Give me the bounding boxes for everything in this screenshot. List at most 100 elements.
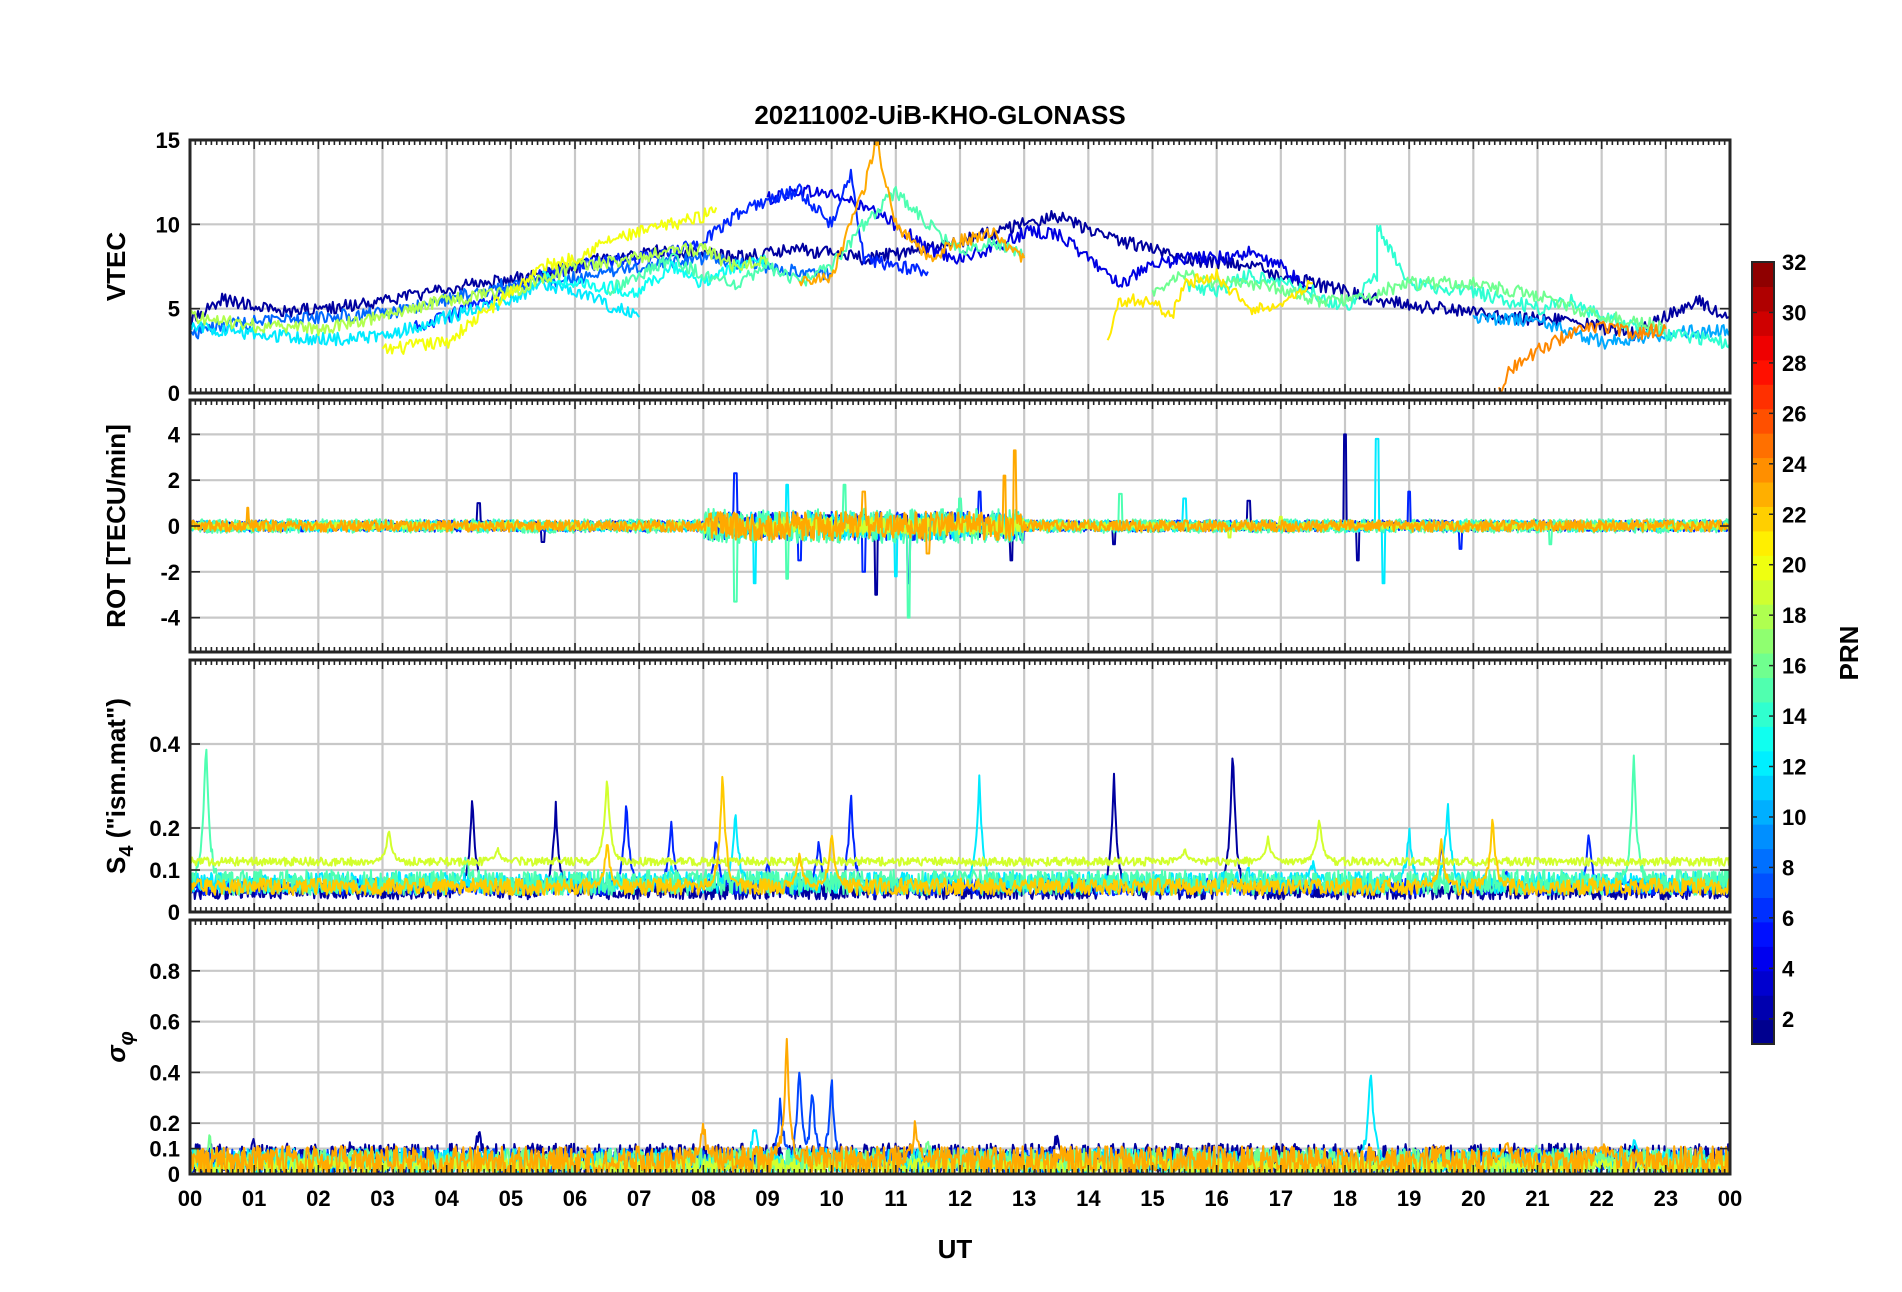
colorbar-tick-label: 24 — [1782, 452, 1807, 477]
y-tick-label: -4 — [160, 606, 180, 631]
y-tick-label: 10 — [156, 212, 180, 237]
colorbar-tick-label: 10 — [1782, 805, 1806, 830]
y-label-main: S — [101, 857, 131, 874]
y-tick-label: 0.4 — [149, 1060, 180, 1085]
y-tick-label: -2 — [160, 560, 180, 585]
colorbar-segment — [1752, 604, 1774, 630]
x-tick-label: 05 — [499, 1186, 523, 1211]
colorbar-segment — [1752, 726, 1774, 752]
y-axis-label-sigma_phi: σφ — [101, 1031, 138, 1062]
panel-sigma_phi: 00.10.2 0.4 0.6 0.8 σφ 00 01 02 03 04 05 06 07 08 09 10… — [101, 918, 1742, 1211]
x-tick-label: 03 — [370, 1186, 394, 1211]
x-tick-label: 12 — [948, 1186, 972, 1211]
x-axis-label: UT — [938, 1234, 973, 1264]
colorbar: 2468101214161820222426283032PRN — [1751, 250, 1864, 1045]
x-tick-label: 10 — [819, 1186, 843, 1211]
x-tick-label: 01 — [242, 1186, 266, 1211]
y-tick-label: 0.6 — [149, 1010, 180, 1035]
y-tick-label: 15 — [156, 128, 180, 153]
x-tick-label: 00 — [178, 1186, 202, 1211]
colorbar-segment — [1752, 677, 1774, 703]
x-tick-label: 20 — [1461, 1186, 1485, 1211]
colorbar-tick-label: 4 — [1782, 956, 1795, 981]
y-axis-label-vtec: VTEC — [101, 232, 131, 302]
x-tick-label: 00 — [1718, 1186, 1742, 1211]
x-tick-label: 02 — [306, 1186, 330, 1211]
colorbar-segment — [1752, 1019, 1774, 1045]
figure: 20211002-UiB-KHO-GLONASS 051015VTEC-4-20… — [101, 100, 1864, 1264]
colorbar-tick-label: 32 — [1782, 250, 1806, 275]
colorbar-tick-label: 28 — [1782, 351, 1806, 376]
y-label-sub: φ — [116, 1031, 138, 1045]
x-tick-label: 06 — [563, 1186, 587, 1211]
x-tick-label: 23 — [1654, 1186, 1678, 1211]
colorbar-segment — [1752, 946, 1774, 972]
x-tick-label: 15 — [1140, 1186, 1164, 1211]
colorbar-segment — [1752, 408, 1774, 434]
y-tick-label: 0.8 — [149, 959, 180, 984]
y-tick-label: 4 — [168, 422, 181, 447]
y-tick-label: 0.1 — [149, 1137, 180, 1162]
colorbar-segment — [1752, 335, 1774, 361]
colorbar-segment — [1752, 433, 1774, 459]
x-tick-label: 17 — [1269, 1186, 1293, 1211]
panel-vtec: 0 5 10 15 VTEC — [101, 128, 1732, 406]
x-tick-label: 22 — [1589, 1186, 1613, 1211]
colorbar-label: PRN — [1834, 626, 1864, 681]
colorbar-tick-label: 16 — [1782, 654, 1806, 679]
x-tick-label: 04 — [434, 1186, 459, 1211]
colorbar-tick-label: 14 — [1782, 704, 1807, 729]
colorbar-segment — [1752, 286, 1774, 312]
y-tick-label: 0.1 — [149, 858, 180, 883]
colorbar-segment — [1752, 628, 1774, 654]
colorbar-segment — [1752, 872, 1774, 898]
colorbar-segment — [1752, 824, 1774, 850]
colorbar-segment — [1752, 384, 1774, 410]
colorbar-segment — [1752, 579, 1774, 605]
y-tick-label: 5 — [168, 297, 180, 322]
colorbar-tick-label: 20 — [1782, 553, 1806, 578]
colorbar-tick-label: 2 — [1782, 1007, 1794, 1032]
y-tick-label: 0 — [168, 514, 180, 539]
y-axis-label-rot: ROT [TECU/min] — [101, 424, 131, 628]
colorbar-tick-label: 22 — [1782, 502, 1806, 527]
x-tick-label: 14 — [1076, 1186, 1101, 1211]
x-tick-label: 18 — [1333, 1186, 1357, 1211]
chart-title: 20211002-UiB-KHO-GLONASS — [754, 100, 1125, 130]
colorbar-segment — [1752, 799, 1774, 825]
y-label-main: σ — [101, 1044, 131, 1063]
colorbar-tick-label: 12 — [1782, 755, 1806, 780]
colorbar-segment — [1752, 457, 1774, 483]
y-axis-label-s4: S4 ("ism.mat") — [101, 698, 138, 874]
colorbar-segment — [1752, 848, 1774, 874]
y-tick-label: 0 — [168, 900, 180, 925]
colorbar-segment — [1752, 262, 1774, 288]
x-tick-label: 09 — [755, 1186, 779, 1211]
x-tick-label: 21 — [1525, 1186, 1549, 1211]
y-tick-label: 0 — [168, 381, 180, 406]
colorbar-tick-label: 6 — [1782, 906, 1794, 931]
colorbar-segment — [1752, 506, 1774, 532]
x-tick-label: 13 — [1012, 1186, 1036, 1211]
x-tick-label: 19 — [1397, 1186, 1421, 1211]
colorbar-segment — [1752, 310, 1774, 336]
colorbar-segment — [1752, 897, 1774, 923]
colorbar-segment — [1752, 481, 1774, 507]
colorbar-tick-label: 18 — [1782, 603, 1806, 628]
y-tick-label: 2 — [168, 468, 180, 493]
x-axis-label-group: UT — [938, 1234, 973, 1264]
colorbar-tick-label: 8 — [1782, 855, 1794, 880]
colorbar-tick-label: 30 — [1782, 300, 1806, 325]
y-tick-label: 0.4 — [149, 732, 180, 757]
y-tick-label: 0.2 — [149, 816, 180, 841]
chart-title-group: 20211002-UiB-KHO-GLONASS — [754, 100, 1125, 130]
y-label-rest: ("ism.mat") — [101, 698, 131, 845]
colorbar-segment — [1752, 701, 1774, 727]
panels-group: 051015VTEC-4-2024ROT [TECU/min]00.10.20.… — [101, 128, 1742, 1211]
panel-s4: 0 0.1 0.2 0.4 S4 ("ism.mat") — [101, 658, 1732, 925]
colorbar-tick-label: 26 — [1782, 401, 1806, 426]
colorbar-segment — [1752, 970, 1774, 996]
colorbar-segment — [1752, 995, 1774, 1021]
colorbar-segment — [1752, 530, 1774, 556]
x-tick-label: 16 — [1204, 1186, 1228, 1211]
